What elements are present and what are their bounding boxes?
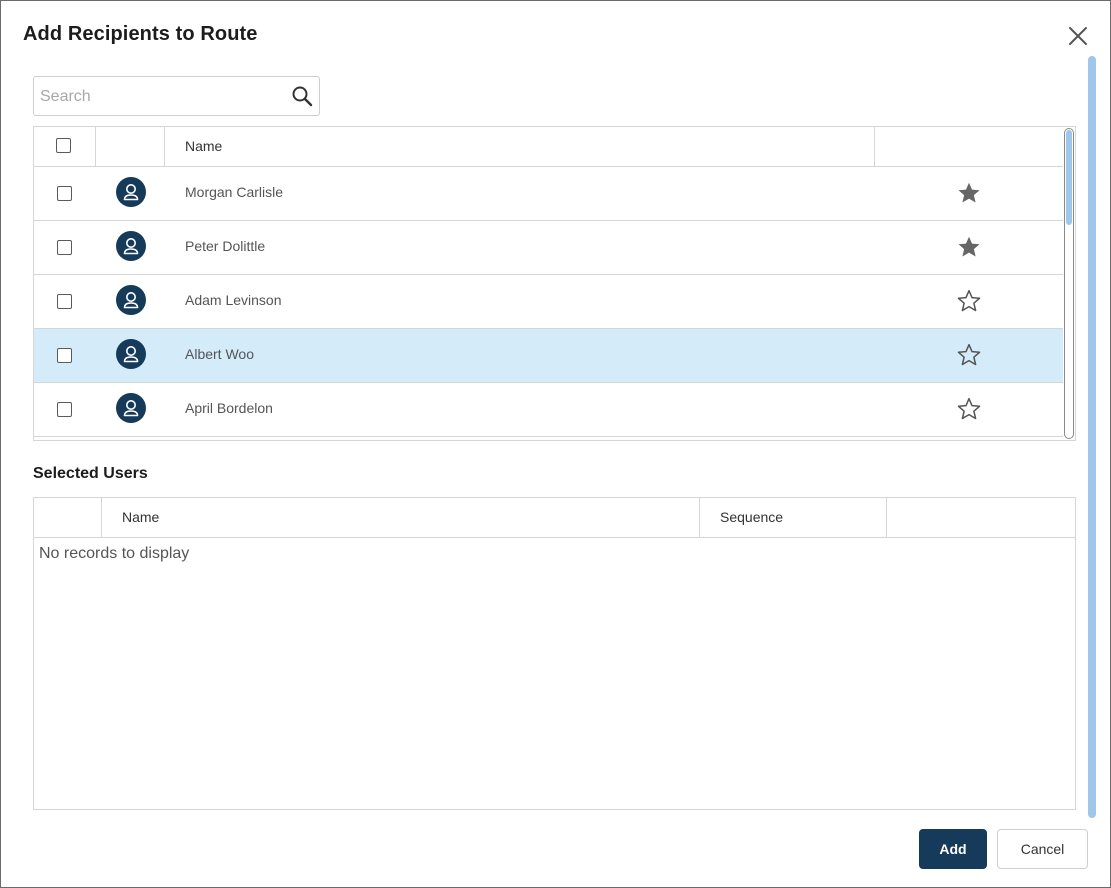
recipient-name: Adam Levinson: [185, 292, 282, 308]
selected-name-column-header[interactable]: Name: [102, 498, 700, 538]
dialog-title: Add Recipients to Route: [23, 23, 258, 45]
close-button[interactable]: [1065, 23, 1091, 49]
favorite-column-header: [875, 127, 1063, 167]
recipient-name: Peter Dolittle: [185, 238, 266, 254]
selected-users-blank-header: [34, 498, 102, 538]
dialog-scrollbar[interactable]: [1088, 56, 1096, 818]
table-row[interactable]: Peter Dolittle: [34, 221, 1063, 275]
selected-users-title: Selected Users: [33, 465, 148, 482]
selected-name-column-label: Name: [122, 509, 160, 525]
search-icon[interactable]: [290, 84, 314, 108]
table-row[interactable]: Adam Levinson: [34, 275, 1063, 329]
table-row[interactable]: Morgan Carlisle: [34, 167, 1063, 221]
user-avatar-icon: [116, 339, 146, 369]
recipient-name: Albert Woo: [185, 346, 254, 362]
star-outline-icon[interactable]: [956, 288, 982, 314]
user-avatar-icon: [116, 285, 146, 315]
close-icon: [1069, 27, 1087, 45]
recipient-name: April Bordelon: [185, 400, 273, 416]
name-column-header[interactable]: Name: [165, 127, 875, 167]
avatar-header: [96, 127, 165, 167]
row-checkbox[interactable]: [57, 348, 72, 363]
sequence-column-header[interactable]: Sequence: [700, 498, 887, 538]
search-box: [33, 76, 320, 116]
cancel-button[interactable]: Cancel: [997, 829, 1088, 869]
row-checkbox[interactable]: [57, 402, 72, 417]
add-recipients-dialog: Add Recipients to Route Name: [0, 0, 1111, 888]
star-filled-icon[interactable]: [956, 234, 982, 260]
recipients-grid-scrollbar[interactable]: [1064, 128, 1074, 439]
star-outline-icon[interactable]: [956, 342, 982, 368]
add-button[interactable]: Add: [919, 829, 987, 869]
select-all-checkbox[interactable]: [56, 138, 71, 153]
recipients-grid-header: Name: [34, 127, 1063, 167]
table-row[interactable]: Albert Woo: [34, 329, 1063, 383]
row-checkbox[interactable]: [57, 294, 72, 309]
name-column-label: Name: [185, 138, 223, 154]
recipients-grid: Name Morgan Carlisle Peter Dolittle Adam…: [33, 126, 1076, 441]
row-checkbox[interactable]: [57, 240, 72, 255]
recipients-grid-scrollbar-thumb[interactable]: [1066, 130, 1072, 225]
selected-users-grid-header: Name Sequence: [34, 498, 1075, 538]
table-row[interactable]: April Bordelon: [34, 383, 1063, 437]
row-checkbox[interactable]: [57, 186, 72, 201]
star-filled-icon[interactable]: [956, 180, 982, 206]
user-avatar-icon: [116, 393, 146, 423]
select-all-header: [34, 127, 96, 167]
selected-users-grid: Name Sequence No records to display: [33, 497, 1076, 810]
search-input[interactable]: [40, 85, 285, 109]
sequence-column-label: Sequence: [720, 509, 784, 525]
selected-users-actions-header: [887, 498, 1075, 538]
empty-message: No records to display: [39, 545, 190, 562]
user-avatar-icon: [116, 231, 146, 261]
recipient-name: Morgan Carlisle: [185, 184, 284, 200]
star-outline-icon[interactable]: [956, 396, 982, 422]
user-avatar-icon: [116, 177, 146, 207]
